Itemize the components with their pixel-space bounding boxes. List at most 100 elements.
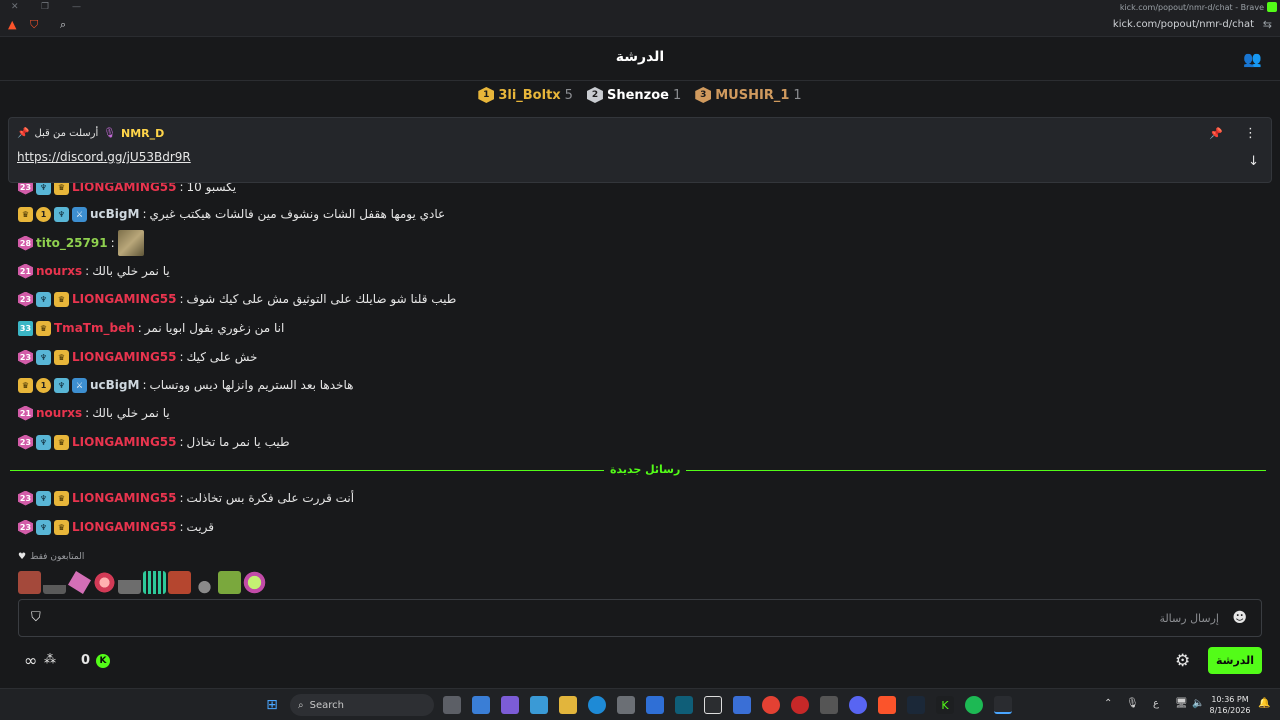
- sub-badge-icon[interactable]: 21: [18, 263, 33, 279]
- pinned-link[interactable]: https://discord.gg/jU53Bdr9R: [17, 150, 191, 164]
- chrome-icon[interactable]: [762, 696, 780, 714]
- og-badge-icon[interactable]: ♆: [36, 434, 51, 450]
- shield-icon[interactable]: ⛉: [31, 610, 41, 625]
- url-bar[interactable]: kick.com/popout/nmr-d/chat: [1113, 19, 1254, 30]
- sub-badge-icon[interactable]: 23: [18, 490, 33, 506]
- settings-icon[interactable]: [820, 696, 838, 714]
- warning-icon[interactable]: ▲: [8, 18, 16, 31]
- restore-window-icon[interactable]: ❐: [41, 2, 49, 12]
- sub-badge-icon[interactable]: 23: [18, 519, 33, 535]
- message-username[interactable]: LIONGAMING55: [72, 350, 177, 364]
- brave-icon[interactable]: [878, 696, 896, 714]
- one-badge-icon[interactable]: 1: [36, 206, 51, 222]
- mail-icon[interactable]: [733, 696, 751, 714]
- taskbar-search[interactable]: ⌕ Search: [290, 694, 434, 716]
- message-username[interactable]: LIONGAMING55: [72, 183, 177, 194]
- gear-icon[interactable]: ⚙: [1175, 651, 1190, 671]
- sub-badge-icon[interactable]: 28: [18, 235, 33, 251]
- og-badge-icon[interactable]: ♆: [36, 490, 51, 506]
- emote[interactable]: [243, 571, 266, 594]
- notepad-icon[interactable]: [472, 696, 490, 714]
- search-icon[interactable]: ⌕: [60, 18, 66, 32]
- crown-badge-icon[interactable]: ♛: [18, 206, 33, 222]
- discord-icon[interactable]: [849, 696, 867, 714]
- message-username[interactable]: LIONGAMING55: [72, 435, 177, 449]
- sub-badge-icon[interactable]: 23: [18, 349, 33, 365]
- crown-badge-icon[interactable]: ♛: [54, 434, 69, 450]
- message-username[interactable]: LIONGAMING55: [72, 292, 177, 306]
- record-icon[interactable]: [791, 696, 809, 714]
- sub-badge-icon[interactable]: 21: [18, 405, 33, 421]
- og-badge-icon[interactable]: ♆: [36, 349, 51, 365]
- notification-icon[interactable]: 🔔: [1258, 698, 1270, 709]
- terminal-icon[interactable]: [994, 696, 1012, 714]
- chat-send-button[interactable]: الدرشة: [1208, 647, 1262, 674]
- crown-badge-icon[interactable]: ♛: [54, 490, 69, 506]
- emote[interactable]: [143, 571, 166, 594]
- capcut-icon[interactable]: [704, 696, 722, 714]
- start-icon[interactable]: ⊞: [263, 696, 281, 714]
- crown-badge-icon[interactable]: ♛: [54, 349, 69, 365]
- site-settings-icon[interactable]: ⇆: [1263, 18, 1272, 31]
- message-username[interactable]: LIONGAMING55: [72, 491, 177, 505]
- more-options-icon[interactable]: ⋮: [1244, 126, 1257, 141]
- message-username[interactable]: ucBigM: [90, 207, 139, 221]
- sub-badge-icon[interactable]: 23: [18, 291, 33, 307]
- language-icon[interactable]: ع: [1153, 698, 1159, 709]
- leaderboard-item[interactable]: 3 MUSHIR_1 1: [695, 87, 802, 103]
- close-window-icon[interactable]: ✕: [11, 2, 19, 12]
- sub-badge-icon[interactable]: 23: [18, 183, 33, 195]
- message-username[interactable]: tito_25791: [36, 236, 108, 250]
- kick-app-icon[interactable]: K: [936, 696, 954, 714]
- one-badge-icon[interactable]: 1: [36, 377, 51, 393]
- taskbar-clock[interactable]: 10:36 PM 8/16/2026: [1207, 694, 1253, 716]
- og-badge-icon[interactable]: ♆: [36, 183, 51, 195]
- og-badge-icon[interactable]: ♆: [54, 206, 69, 222]
- message-input[interactable]: [119, 608, 1219, 628]
- og-badge-icon[interactable]: ♆: [36, 519, 51, 535]
- steam-icon[interactable]: [907, 696, 925, 714]
- message-username[interactable]: nourxs: [36, 406, 82, 420]
- mic-tray-icon[interactable]: 🎙: [1126, 698, 1139, 709]
- chevron-up-icon[interactable]: ⌃: [1104, 698, 1112, 709]
- minimize-window-icon[interactable]: —: [72, 2, 81, 12]
- brave-shield-icon[interactable]: ⛉: [30, 18, 38, 32]
- og-badge-icon[interactable]: ♆: [36, 291, 51, 307]
- sub-badge-icon[interactable]: 23: [18, 434, 33, 450]
- infinity-icon[interactable]: ∞: [24, 651, 37, 670]
- og-badge-icon[interactable]: ♆: [54, 377, 69, 393]
- leaderboard-item[interactable]: 1 3li_Boltx 5: [478, 87, 573, 103]
- expand-arrow-icon[interactable]: ↓: [1248, 154, 1259, 169]
- emote[interactable]: [193, 571, 216, 594]
- crown-badge-icon[interactable]: ♛: [36, 320, 51, 336]
- pinned-username[interactable]: NMR_D: [121, 127, 164, 140]
- file-explorer-icon[interactable]: [559, 696, 577, 714]
- spotify-icon[interactable]: [965, 696, 983, 714]
- mod-badge-icon[interactable]: ⚔: [72, 377, 87, 393]
- emote[interactable]: [93, 571, 116, 594]
- emote[interactable]: [18, 571, 41, 594]
- volume-icon[interactable]: 🔈: [1192, 698, 1204, 709]
- crown-badge-icon[interactable]: ♛: [54, 519, 69, 535]
- message-username[interactable]: LIONGAMING55: [72, 520, 177, 534]
- app-icon[interactable]: [675, 696, 693, 714]
- message-username[interactable]: ucBigM: [90, 378, 139, 392]
- message-username[interactable]: TmaTm_beh: [54, 321, 135, 335]
- points-icon[interactable]: ⁂: [44, 652, 56, 666]
- leaderboard-item[interactable]: 2 Shenzoe 1: [586, 87, 681, 103]
- emote[interactable]: [168, 571, 191, 594]
- unpin-icon[interactable]: 📌: [1209, 127, 1223, 140]
- users-icon[interactable]: 👥: [1243, 50, 1262, 68]
- message-username[interactable]: nourxs: [36, 264, 82, 278]
- edge-icon[interactable]: [588, 696, 606, 714]
- emote[interactable]: [68, 571, 91, 594]
- widgets-icon[interactable]: [501, 696, 519, 714]
- crown-badge-icon[interactable]: ♛: [54, 183, 69, 195]
- crown-badge-icon[interactable]: ♛: [54, 291, 69, 307]
- emote[interactable]: [218, 571, 241, 594]
- app-icon[interactable]: [646, 696, 664, 714]
- app-icon[interactable]: [530, 696, 548, 714]
- message-emote[interactable]: [117, 230, 144, 256]
- network-icon[interactable]: 🖥: [1175, 698, 1188, 709]
- emote[interactable]: [118, 571, 141, 594]
